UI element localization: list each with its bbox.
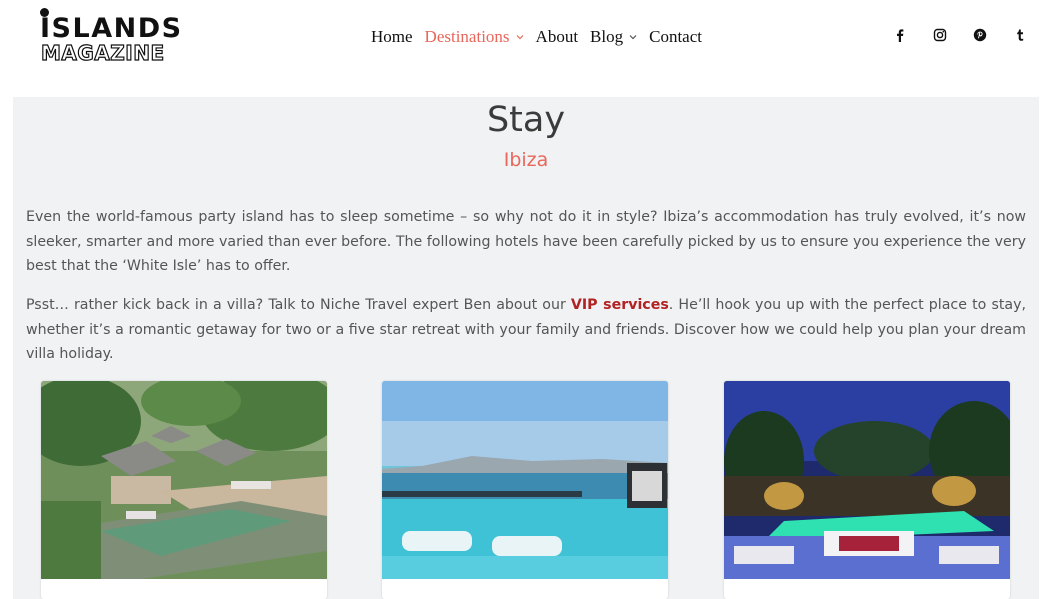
vip-paragraph: Psst… rather kick back in a villa? Talk …	[26, 293, 1026, 367]
social-links	[890, 25, 1030, 45]
nav-contact-label: Contact	[649, 27, 702, 46]
vip-services-link[interactable]: VIP services	[571, 297, 669, 313]
intro-paragraph: Even the world-famous party island has t…	[26, 209, 1026, 274]
pinterest-icon[interactable]	[970, 25, 990, 45]
nav-item-home[interactable]: Home	[371, 27, 413, 47]
nav-item-about[interactable]: About	[536, 27, 579, 47]
nav-blog-label: Blog	[590, 27, 624, 46]
nav-home-label: Home	[371, 27, 413, 46]
page-title: Stay	[486, 100, 566, 140]
chevron-down-icon	[516, 33, 524, 41]
nav-destinations-label: Destinations	[424, 27, 510, 46]
hotel-card-3[interactable]	[724, 381, 1010, 599]
main-nav: Home Destinations About Blog Contact	[371, 25, 714, 49]
site-logo[interactable]: ISLANDS MAGAZINE	[40, 6, 181, 68]
stay-content: Stay Ibiza Even the world-famous party i…	[13, 97, 1039, 599]
nav-about-label: About	[535, 27, 579, 46]
nav-item-blog[interactable]: Blog	[590, 27, 637, 47]
hotel-image-2[interactable]	[382, 381, 668, 579]
hotel-card-1[interactable]	[41, 381, 327, 599]
facebook-icon[interactable]	[890, 25, 910, 45]
nav-item-contact[interactable]: Contact	[649, 27, 702, 47]
tumblr-icon[interactable]	[1010, 25, 1030, 45]
hotel-image-1[interactable]	[41, 381, 327, 579]
vip-text-before: Psst… rather kick back in a villa? Talk …	[26, 297, 571, 313]
site-header: ISLANDS MAGAZINE Home Destinations About…	[0, 0, 1058, 97]
hotel-image-3[interactable]	[724, 381, 1010, 579]
page-subtitle: Ibiza	[503, 149, 549, 171]
logo-line2: MAGAZINE	[40, 40, 165, 65]
chevron-down-icon	[629, 33, 637, 41]
instagram-icon[interactable]	[930, 25, 950, 45]
nav-item-destinations[interactable]: Destinations	[425, 27, 524, 47]
logo-line1: ISLANDS	[40, 13, 183, 44]
hotel-card-2[interactable]	[382, 381, 668, 599]
